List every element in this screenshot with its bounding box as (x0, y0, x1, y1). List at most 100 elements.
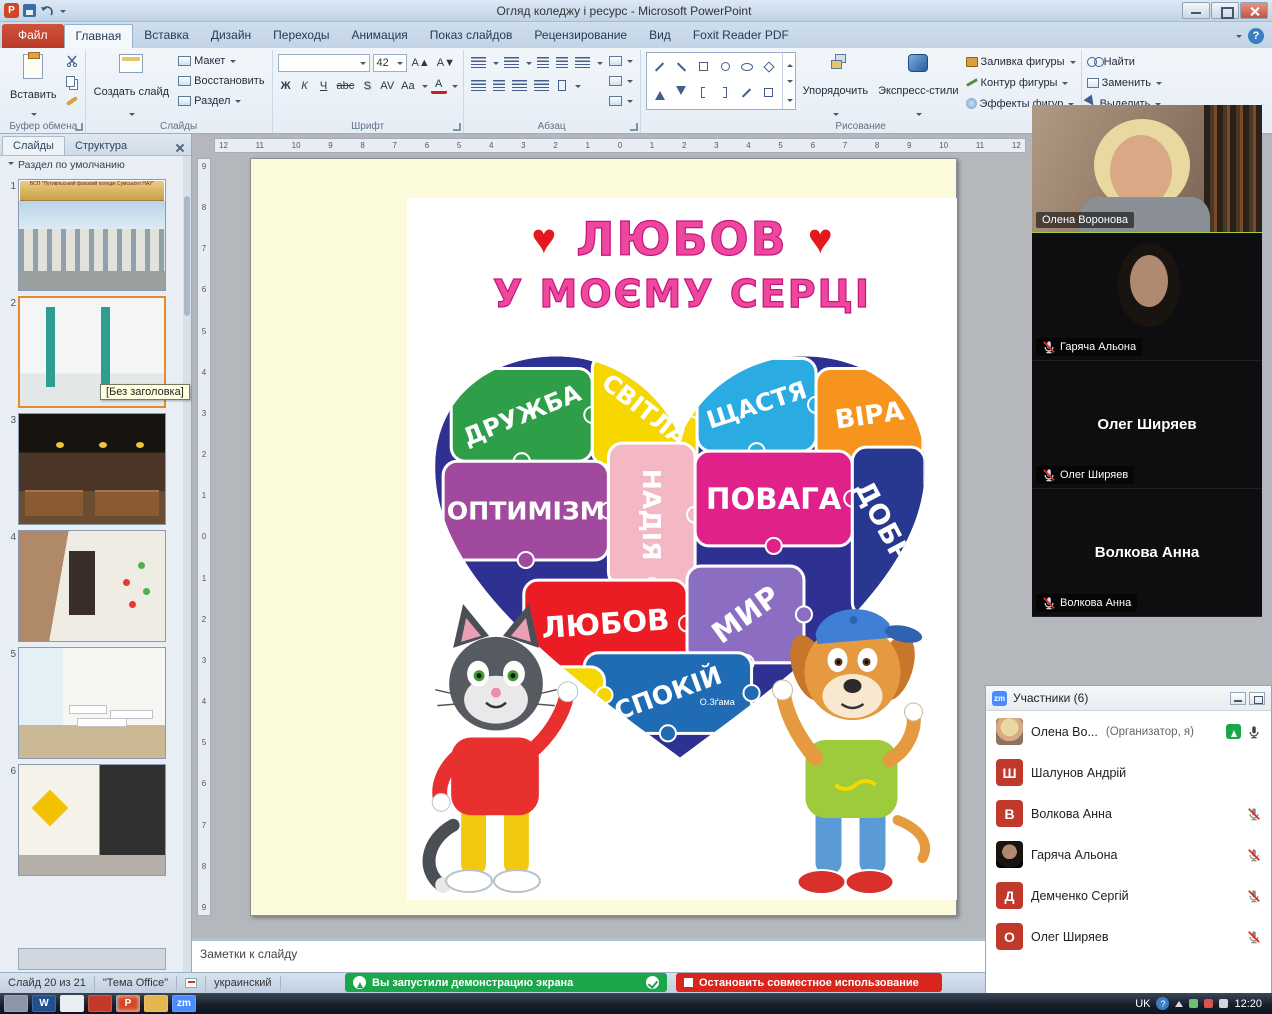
line-shape-icon[interactable] (655, 62, 664, 71)
participants-minimize-button[interactable] (1230, 692, 1246, 705)
slide-thumbnail-1[interactable]: 1 ВСП "Путивльський фаховий коледж Сумсь… (4, 179, 189, 291)
font-name-combo[interactable] (278, 54, 370, 72)
arrange-button[interactable]: Упорядочить (800, 52, 871, 119)
tab-home[interactable]: Главная (64, 24, 134, 48)
tab-view[interactable]: Вид (638, 24, 682, 48)
video-tile[interactable]: Олег ШиряевОлег Ширяев (1032, 361, 1262, 489)
underline-button[interactable]: Ч (316, 77, 332, 94)
video-tile[interactable]: Волкова АннаВолкова Анна (1032, 489, 1262, 617)
format-painter-button[interactable] (64, 92, 80, 110)
taskbar-app-button[interactable]: zm (172, 995, 196, 1012)
align-center-button[interactable] (491, 77, 507, 94)
participant-row[interactable]: ООлег Ширяев (986, 916, 1271, 957)
tab-animations[interactable]: Анимация (340, 24, 418, 48)
paste-button[interactable]: Вставить (7, 52, 60, 119)
bullets-button[interactable] (469, 54, 488, 71)
align-text-button[interactable] (607, 72, 635, 90)
decrease-indent-button[interactable] (535, 54, 551, 71)
qat-dropdown-icon[interactable] (60, 10, 66, 16)
taskbar-app-button[interactable] (88, 995, 112, 1012)
triangle-down-shape-icon[interactable] (676, 86, 686, 100)
taskbar-app-button[interactable]: P (116, 995, 140, 1012)
bracket-shape-icon[interactable] (701, 87, 705, 98)
character-spacing-button[interactable]: AV (378, 77, 396, 94)
convert-smartart-button[interactable] (607, 92, 635, 110)
replace-button[interactable]: Заменить (1087, 73, 1162, 92)
taskbar-app-button[interactable] (60, 995, 84, 1012)
ellipse-shape-icon[interactable] (741, 63, 753, 71)
cut-button[interactable] (64, 52, 80, 70)
participant-row[interactable]: ВВолкова Анна (986, 793, 1271, 834)
tab-outline[interactable]: Структура (65, 137, 137, 155)
tab-foxit[interactable]: Foxit Reader PDF (682, 24, 800, 48)
line-shape-icon[interactable] (677, 62, 686, 71)
tab-design[interactable]: Дизайн (200, 24, 262, 48)
find-button[interactable]: Найти (1087, 52, 1162, 71)
tab-review[interactable]: Рецензирование (523, 24, 638, 48)
bold-button[interactable]: Ж (278, 77, 294, 94)
save-icon[interactable] (23, 4, 36, 17)
clock[interactable]: 12:20 (1234, 998, 1262, 1010)
participant-row[interactable]: Гаряча Альона (986, 834, 1271, 875)
slide-thumbnail-6[interactable]: 6 (4, 764, 189, 876)
hidden-icons-arrow[interactable] (1175, 997, 1183, 1007)
line-spacing-button[interactable] (573, 54, 592, 71)
participant-row[interactable]: ДДемченко Сергій (986, 875, 1271, 916)
tab-insert[interactable]: Вставка (133, 24, 200, 48)
slide-thumbnail-5[interactable]: 5 (4, 647, 189, 759)
change-case-button[interactable]: Aa (399, 77, 416, 94)
layout-button[interactable]: Макет (176, 52, 266, 70)
video-tile[interactable]: Олена Воронова (1032, 105, 1262, 233)
font-size-combo[interactable]: 42 (373, 54, 407, 72)
shapes-scroll[interactable] (782, 53, 795, 109)
tab-file[interactable]: Файл (2, 24, 64, 48)
text-shadow-button[interactable]: S (359, 77, 375, 94)
increase-indent-button[interactable] (554, 54, 570, 71)
spellcheck-indicator[interactable] (177, 976, 206, 991)
stop-share-button[interactable]: Остановить совместное использование (676, 973, 942, 992)
powerpoint-app-icon[interactable]: P (4, 3, 19, 18)
arrow-shape-icon[interactable] (742, 88, 751, 97)
shape-outline-button[interactable]: Контур фигуры (966, 73, 1076, 92)
font-color-button[interactable]: А (431, 77, 447, 94)
align-right-button[interactable] (510, 77, 529, 94)
triangle-up-shape-icon[interactable] (655, 86, 665, 100)
italic-button[interactable]: К (297, 77, 313, 94)
minimize-button[interactable] (1182, 2, 1210, 19)
justify-button[interactable] (532, 77, 551, 94)
shrink-font-button[interactable]: A▼ (435, 54, 457, 71)
tab-slideshow[interactable]: Показ слайдов (419, 24, 524, 48)
quick-styles-button[interactable]: Экспресс-стили (875, 52, 961, 119)
undo-icon[interactable] (40, 5, 54, 17)
strikethrough-button[interactable]: abc (335, 77, 357, 94)
tab-transitions[interactable]: Переходы (262, 24, 340, 48)
rectangle-shape-icon[interactable] (699, 62, 708, 71)
reset-button[interactable]: Восстановить (176, 72, 266, 90)
tray-volume-icon[interactable] (1219, 999, 1228, 1008)
diamond-shape-icon[interactable] (763, 61, 774, 72)
new-slide-button[interactable]: Создать слайд (91, 52, 172, 119)
grow-font-button[interactable]: A▲ (410, 54, 432, 71)
text-direction-button[interactable] (607, 52, 635, 70)
taskbar-app-button[interactable]: W (32, 995, 56, 1012)
frame-shape-icon[interactable] (764, 88, 773, 97)
help-tray-icon[interactable]: ? (1156, 997, 1169, 1010)
video-tile[interactable]: Гаряча Альона (1032, 233, 1262, 361)
bracket-shape-icon[interactable] (723, 87, 727, 98)
help-icon[interactable]: ? (1248, 28, 1264, 44)
tray-record-icon[interactable] (1204, 999, 1213, 1008)
shapes-gallery[interactable] (646, 52, 796, 110)
tray-status-icon[interactable] (1189, 999, 1198, 1008)
minimize-ribbon-icon[interactable] (1236, 35, 1242, 41)
close-button[interactable] (1240, 2, 1268, 19)
language-switcher[interactable]: UK (1135, 998, 1150, 1010)
numbering-button[interactable] (502, 54, 521, 71)
align-left-button[interactable] (469, 77, 488, 94)
slide-thumbnail-3[interactable]: 3 (4, 413, 189, 525)
participants-header[interactable]: zm Участники (6) (986, 686, 1271, 711)
shape-fill-button[interactable]: Заливка фигуры (966, 52, 1076, 71)
taskbar-app-button[interactable] (4, 995, 28, 1012)
slide-thumbnail-4[interactable]: 4 (4, 530, 189, 642)
panel-close-icon[interactable] (173, 141, 187, 155)
maximize-button[interactable] (1211, 2, 1239, 19)
